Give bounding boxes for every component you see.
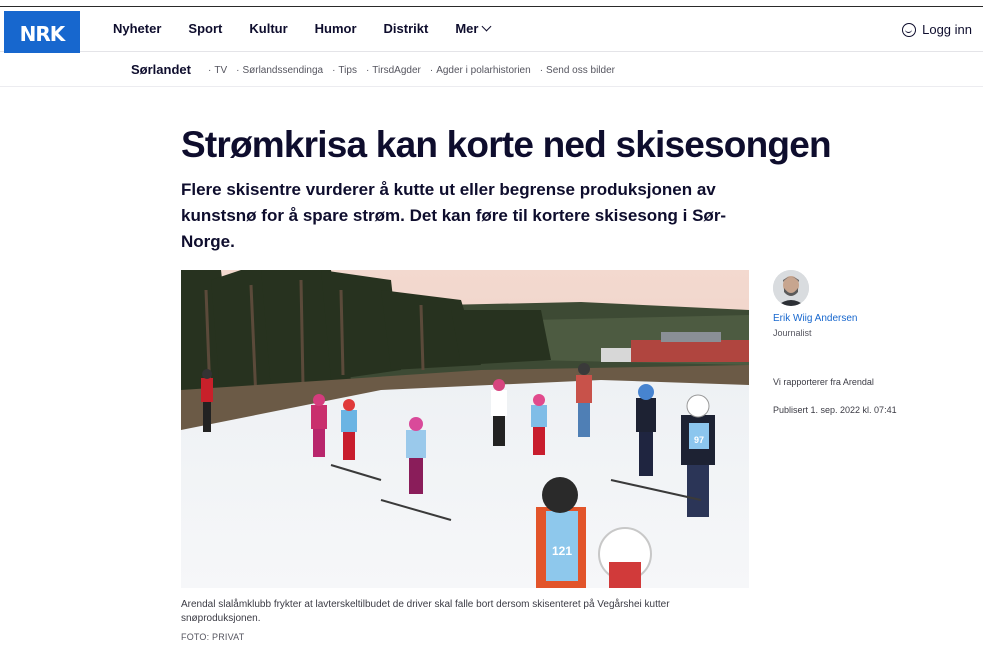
region-title[interactable]: Sørlandet — [131, 62, 191, 77]
user-smile-icon — [902, 22, 917, 37]
login-label: Logg inn — [922, 22, 972, 37]
nav-item-kultur[interactable]: Kultur — [249, 21, 287, 36]
article-headline: Strømkrisa kan korte ned skisesongen — [181, 124, 832, 165]
nav-item-distrikt[interactable]: Distrikt — [384, 21, 429, 36]
subnav-link-tirsdagder[interactable]: TirsdAgder — [366, 65, 421, 76]
subnav-link-sorlandssendinga[interactable]: Sørlandssendinga — [236, 65, 323, 76]
published-timestamp: Publisert 1. sep. 2022 kl. 07:41 — [773, 405, 897, 415]
top-navigation: NRK Nyheter Sport Kultur Humor Distrikt … — [0, 6, 983, 57]
author-avatar[interactable] — [773, 270, 809, 306]
image-caption: Arendal slalåmklubb frykter at lavterske… — [181, 599, 670, 624]
author-name-link[interactable]: Erik Wiig Andersen — [773, 313, 857, 324]
main-nav: Nyheter Sport Kultur Humor Distrikt Mer — [113, 21, 517, 36]
ski-slope-photo: 97 121 — [181, 270, 749, 588]
subnav-link-polarhistorien[interactable]: Agder i polarhistorien — [430, 65, 531, 76]
image-credit: FOTO: PRIVAT — [181, 632, 245, 642]
nav-item-humor[interactable]: Humor — [315, 21, 357, 36]
nrk-logo[interactable]: NRK — [4, 11, 80, 57]
nav-item-sport[interactable]: Sport — [188, 21, 222, 36]
nav-item-mer-label: Mer — [455, 21, 479, 36]
author-portrait-icon — [773, 270, 809, 306]
bib-number-97: 97 — [694, 435, 704, 445]
nav-item-nyheter[interactable]: Nyheter — [113, 21, 161, 36]
author-role: Journalist — [773, 328, 812, 338]
nav-item-mer[interactable]: Mer — [455, 21, 492, 36]
bib-number-121: 121 — [552, 544, 572, 558]
subnav-link-tv[interactable]: TV — [208, 65, 227, 76]
reporting-location: Vi rapporterer fra Arendal — [773, 377, 874, 387]
article-lead: Flere skisentre vurderer å kutte ut elle… — [181, 180, 727, 251]
login-button[interactable]: Logg inn — [902, 22, 972, 37]
chevron-down-icon — [482, 21, 492, 32]
regional-subnav: Sørlandet TV Sørlandssendinga Tips Tirsd… — [0, 53, 983, 87]
subnav-links: TV Sørlandssendinga Tips TirsdAgder Agde… — [208, 65, 624, 76]
article-image[interactable]: 97 121 — [181, 270, 749, 588]
subnav-link-tips[interactable]: Tips — [332, 65, 357, 76]
subnav-link-send-bilder[interactable]: Send oss bilder — [540, 65, 615, 76]
